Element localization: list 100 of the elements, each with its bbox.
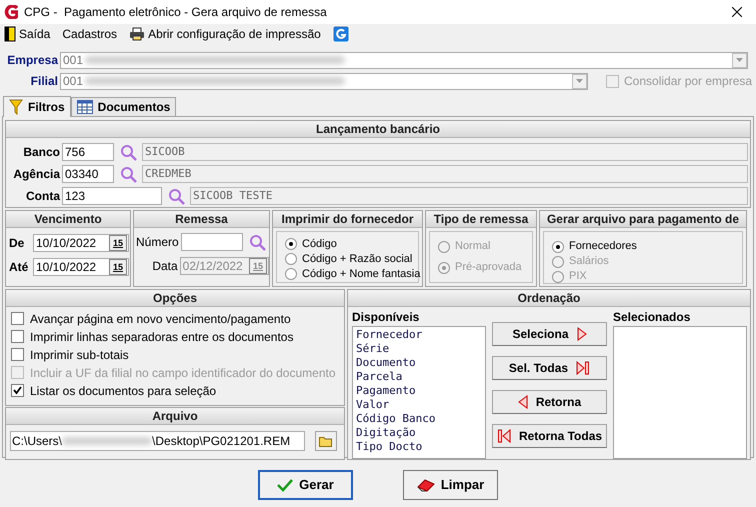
menu-item[interactable]: Cadastros [62,25,118,43]
group-title: Opções [152,290,197,307]
list-item[interactable]: Valor [356,398,485,412]
radio-label: Código [302,236,337,252]
radio-label: Normal [455,239,490,254]
list-label: Selecionados [613,309,692,326]
group-title: Ordenação [518,290,580,307]
radio-label: Código + Razão social [302,252,412,267]
action-button[interactable]: Gerar [258,470,353,500]
browse-button[interactable] [315,431,337,451]
list-item[interactable]: Código Banco [356,412,485,426]
field-label: Conta [25,188,60,205]
radio-button[interactable] [285,253,297,265]
logo-icon [332,26,349,42]
date-field[interactable]: 10/10/2022 15 [33,258,129,276]
list-label: Disponíveis [352,309,420,326]
window-title: CPG - Pagamento eletrônico - Gera arquivo de remessa [24,4,328,21]
checkbox[interactable] [11,330,24,343]
search-icon [248,234,266,250]
door-icon [4,26,16,42]
checkbox[interactable] [11,384,24,397]
name-field: CREDMEB [142,165,748,183]
checkbox[interactable] [11,348,24,361]
group-title: Lançamento bancário [316,121,440,138]
code-field[interactable]: 03340 [62,165,114,183]
radio-label: Salários [569,254,609,270]
list-item[interactable]: Tipo Docto [356,440,485,454]
radio-button[interactable] [552,240,564,252]
action-button[interactable]: Limpar [403,470,498,500]
name-field: SICOOB [142,143,748,161]
calendar-button[interactable]: 15 [109,235,127,251]
group-title: Remessa [175,211,228,228]
available-list[interactable]: Fornecedor Série Documento Parcela Pagamento Valor Código Banco Digitação Tipo Docto [352,326,486,459]
checkbox-label: Incluir a UF da filial no campo identificador do documento [30,364,336,382]
search-icon [120,144,136,160]
number-field[interactable] [180,233,243,251]
search-icon [168,188,184,204]
radio-label: Código + Nome fantasia [302,266,420,282]
company-dropdown[interactable]: 001 [60,72,588,90]
app-logo-icon [4,5,18,19]
date-field[interactable]: 10/10/2022 15 [33,234,129,252]
name-field: SICOOB TESTE [190,187,748,205]
list-item[interactable]: Fornecedor [356,328,485,342]
calendar-button[interactable]: 15 [109,259,127,275]
radio-button[interactable] [285,268,297,280]
radio-label: Pré-aprovada [455,260,522,276]
field-label: Data [151,258,178,275]
group-title: Gerar arquivo para pagamento de [546,211,740,228]
left-triangle-icon [518,395,528,409]
field-label: Agência [12,166,60,183]
group-title: Vencimento [34,211,102,228]
list-item[interactable]: Série [356,342,485,356]
tab[interactable]: Filtros [3,96,71,117]
field-label: Banco [22,144,60,161]
checkbox-label: Consolidar por empresa [624,73,752,90]
menu-item[interactable]: Abrir configuração de impressão [129,25,321,43]
list-item[interactable]: Documento [356,356,485,370]
order-button[interactable]: Sel. Todas [492,356,607,380]
radio-label: Fornecedores [569,239,637,254]
field-label: De [9,235,26,252]
list-item[interactable]: Pagamento [356,384,485,398]
checkbox-label: Avançar página em novo vencimento/pagamento [30,310,291,328]
checkbox-label: Imprimir sub-totais [30,346,129,364]
field-label: Número [136,234,179,251]
list-item[interactable]: Parcela [356,370,485,384]
right-end-icon [576,361,590,375]
checkbox-label: Listar os documentos para seleção [30,382,216,400]
field-label: Empresa [6,52,58,69]
tab[interactable]: Documentos [70,97,176,116]
search-icon [120,166,136,182]
code-field[interactable]: 123 [62,187,162,205]
checkbox[interactable] [11,312,24,325]
left-end-icon [496,429,511,443]
table-icon [76,100,93,114]
order-button[interactable]: Retorna [492,390,607,414]
dropdown-arrow-icon [576,79,583,83]
radio-button[interactable] [285,238,297,250]
order-button[interactable]: Retorna Todas [492,424,607,448]
radio-label: PIX [569,269,587,284]
eraser-icon [416,478,435,492]
dropdown-arrow-icon [736,58,743,62]
company-dropdown[interactable]: 001 [60,52,748,68]
checkbox-label: Imprimir linhas separadoras entre os documentos [30,328,294,346]
list-item[interactable]: Digitação [356,426,485,440]
field-label: Filial [30,73,58,90]
check-icon [277,478,294,492]
file-path-field[interactable]: C:\Users\ \Desktop\PG021201.REM [10,431,305,451]
logo-button[interactable] [332,26,349,42]
code-field[interactable]: 756 [62,143,114,161]
group-title: Arquivo [152,408,198,425]
selected-list[interactable] [613,326,747,459]
menu-item[interactable]: Saída [4,25,50,43]
close-icon [732,7,742,17]
group-title: Imprimir do fornecedor [281,211,414,228]
funnel-icon [9,99,23,115]
group-title: Tipo de remessa [434,211,528,228]
field-label: Até [9,259,30,276]
folder-icon [319,436,333,446]
order-button[interactable]: Seleciona [492,322,607,346]
right-triangle-icon [576,327,587,341]
